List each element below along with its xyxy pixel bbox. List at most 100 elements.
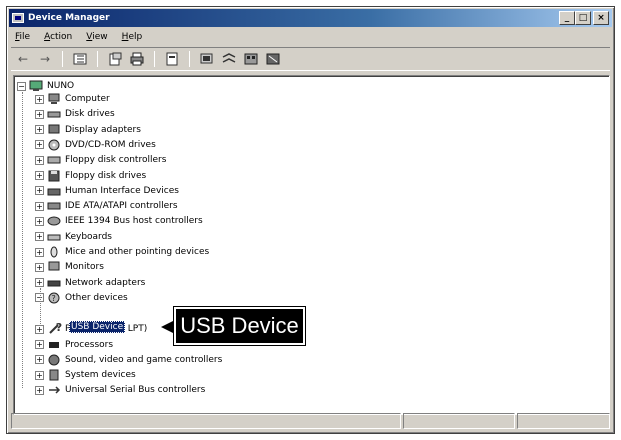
tree-item-usb-device-label: USB Device — [69, 321, 126, 333]
usb-icon — [47, 384, 61, 396]
tree-item-network-adapters[interactable]: + Network adapters — [35, 276, 146, 290]
update-driver-button[interactable] — [221, 51, 237, 67]
expand-toggle[interactable]: + — [35, 94, 44, 104]
tree-item-disk-drives[interactable]: + Disk drives — [35, 107, 116, 121]
network-icon — [47, 277, 61, 289]
expand-toggle[interactable]: + — [35, 216, 44, 226]
scan-hardware-button[interactable] — [199, 51, 215, 67]
expand-toggle[interactable]: + — [35, 109, 44, 119]
status-cell — [516, 413, 610, 429]
close-button[interactable]: × — [593, 11, 609, 25]
toolbar-separator — [189, 51, 190, 67]
expand-toggle[interactable]: + — [35, 125, 44, 135]
tree-item-monitors[interactable]: + Monitors — [35, 260, 105, 274]
svg-text:?: ? — [52, 294, 56, 303]
tree-item-label: Display adapters — [65, 124, 141, 135]
mouse-icon — [47, 246, 61, 258]
controller-icon — [47, 154, 61, 166]
disable-device-icon — [244, 53, 258, 65]
forward-button[interactable]: → — [37, 51, 53, 67]
expand-toggle[interactable]: + — [35, 140, 44, 150]
scan-hardware-icon — [200, 53, 213, 64]
expand-toggle[interactable]: + — [35, 262, 44, 272]
maximize-button[interactable]: □ — [575, 11, 591, 25]
tree-item-label: Monitors — [65, 262, 104, 273]
expand-toggle[interactable]: + — [35, 370, 44, 380]
help-icon — [166, 52, 178, 66]
tree-item-label: DVD/CD-ROM drives — [65, 139, 156, 150]
title-bar[interactable]: Device Manager _ □ × — [9, 9, 612, 27]
tree-item-label: Sound, video and game controllers — [65, 354, 223, 365]
tree-item-floppy-disk-controllers[interactable]: + Floppy disk controllers — [35, 153, 167, 167]
menu-view[interactable]: View — [86, 32, 107, 42]
monitor-icon — [47, 261, 61, 273]
expand-toggle[interactable]: + — [35, 340, 44, 349]
tree-item-usb-device[interactable]: ? USB Device — [52, 320, 126, 334]
expand-toggle[interactable]: + — [35, 324, 44, 334]
expand-toggle[interactable]: + — [35, 186, 44, 196]
tree-item-label: Computer — [65, 94, 110, 104]
collapse-toggle[interactable]: − — [17, 81, 26, 91]
other-devices-icon: ? — [47, 292, 61, 304]
device-manager-window: Device Manager _ □ × File Action View He… — [6, 6, 615, 434]
print-button[interactable] — [129, 51, 145, 67]
expand-toggle[interactable]: + — [35, 232, 44, 242]
uninstall-device-button[interactable] — [265, 51, 281, 67]
expand-toggle[interactable]: + — [35, 385, 44, 395]
window-controls: _ □ × — [559, 11, 609, 25]
cdrom-icon — [47, 139, 61, 151]
help-button[interactable] — [164, 51, 180, 67]
minimize-button[interactable]: _ — [559, 11, 575, 25]
tree-root-label: NUNO — [47, 81, 75, 91]
properties-icon — [109, 52, 122, 66]
tree-item-label: Processors — [65, 339, 114, 350]
system-icon — [47, 369, 61, 381]
console-tree-icon — [73, 53, 87, 65]
expand-toggle[interactable]: + — [35, 278, 44, 288]
show-hide-tree-button[interactable] — [72, 51, 88, 67]
tree-item-label: Floppy disk controllers — [65, 155, 167, 166]
processor-icon — [47, 339, 61, 351]
expand-toggle[interactable]: + — [35, 171, 44, 180]
tree-item-mice-and-other-pointing-devices[interactable]: + Mice and other pointing devices — [35, 245, 210, 259]
tree-item-label: Human Interface Devices — [65, 185, 179, 196]
tree-item-label: Mice and other pointing devices — [65, 247, 210, 257]
expand-toggle[interactable]: + — [35, 201, 44, 211]
menu-file[interactable]: File — [15, 32, 30, 42]
tree-item-processors[interactable]: + Processors — [35, 338, 114, 352]
tree-item-sound-video-and-game-controllers[interactable]: + Sound, video and game controllers — [35, 353, 223, 367]
tree-item-label: Network adapters — [65, 277, 146, 288]
tree-item-display-adapters[interactable]: + Display adapters — [35, 123, 142, 137]
properties-button[interactable] — [107, 51, 123, 67]
tree-item-other-devices[interactable]: −? Other devices — [35, 291, 129, 305]
device-tree[interactable]: − NUNO + Computer + Disk drives + Display ada… — [13, 75, 610, 415]
tree-item-ieee-1394-bus-host-controllers[interactable]: + IEEE 1394 Bus host controllers — [35, 214, 204, 228]
tree-item-floppy-disk-drives[interactable]: + Floppy disk drives — [35, 169, 147, 183]
tree-item-label: Universal Serial Bus controllers — [65, 385, 206, 396]
toolbar-separator — [97, 51, 98, 67]
tree-item-label: System devices — [65, 370, 136, 381]
tree-item-ide-ata-atapi-controllers[interactable]: + IDE ATA/ATAPI controllers — [35, 199, 179, 213]
expand-toggle[interactable]: + — [35, 247, 44, 257]
tree-root[interactable]: − NUNO — [17, 79, 75, 93]
display-icon — [47, 124, 61, 136]
sound-icon — [47, 354, 61, 366]
tree-item-human-interface-devices[interactable]: + Human Interface Devices — [35, 184, 180, 198]
tree-item-dvd-cd-rom-drives[interactable]: + DVD/CD-ROM drives — [35, 138, 157, 152]
menu-help[interactable]: Help — [122, 32, 143, 42]
expand-toggle[interactable]: + — [35, 355, 44, 365]
menu-action[interactable]: Action — [44, 32, 72, 42]
tree-guide-line — [22, 92, 23, 388]
back-button[interactable]: ← — [15, 51, 31, 67]
usb-device-callout: USB Device — [173, 306, 306, 346]
callout-arrow — [161, 320, 175, 334]
firewire-icon — [47, 215, 61, 227]
tree-item-system-devices[interactable]: + System devices — [35, 368, 137, 382]
tree-item-universal-serial-bus-controllers[interactable]: + Universal Serial Bus controllers — [35, 383, 206, 397]
tree-item-keyboards[interactable]: + Keyboards — [35, 230, 113, 244]
tree-item-label: Other devices — [65, 292, 128, 303]
expand-toggle[interactable]: + — [35, 155, 44, 165]
status-cell — [11, 413, 402, 429]
tree-item-computer[interactable]: + Computer — [35, 92, 111, 106]
disable-device-button[interactable] — [243, 51, 259, 67]
